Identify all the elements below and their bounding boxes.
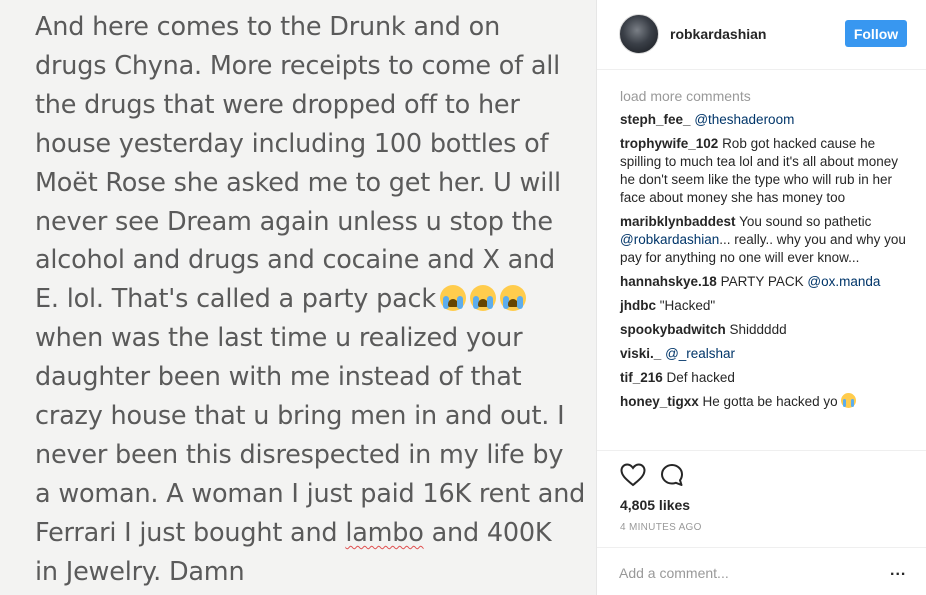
image-text-line: never see Dream again unless u stop the: [35, 206, 553, 237]
load-more-comments-link[interactable]: load more comments: [620, 87, 910, 105]
post-timestamp[interactable]: 4 MINUTES AGO: [620, 522, 702, 533]
comment-username[interactable]: maribklynbaddest: [620, 214, 736, 229]
comment-mention[interactable]: @robkardashian: [620, 232, 719, 247]
comment-mention[interactable]: @theshaderoom: [694, 112, 794, 127]
image-text-line: never been this disrespected in my life …: [35, 439, 564, 470]
comment-mention[interactable]: @ox.manda: [807, 274, 880, 289]
comment-username[interactable]: viski._: [620, 346, 661, 361]
follow-button[interactable]: Follow: [845, 20, 907, 47]
action-bar: [620, 463, 684, 489]
comment-item: trophywife_102 Rob got hacked cause he s…: [620, 135, 910, 207]
comment-mention[interactable]: @_realshar: [665, 346, 735, 361]
image-text-line: a woman. A woman I just paid 16K rent an…: [35, 478, 586, 509]
post-author-username[interactable]: robkardashian: [670, 26, 766, 42]
image-text-line: alcohol and drugs and cocaine and X and: [35, 245, 555, 276]
image-text-fragment: Ferrari I just bought and: [35, 517, 338, 548]
post-header: robkardashian Follow: [597, 0, 926, 70]
comment-username[interactable]: hannahskye.18: [620, 274, 717, 289]
image-text-line: daughter been with me instead of that: [35, 362, 522, 393]
post-image-text: And here comes to the Drunk and on drugs…: [35, 8, 590, 592]
crying-face-emoji-icon: [469, 285, 496, 312]
post-footer: 4,805 likes 4 MINUTES AGO ...: [597, 450, 926, 595]
image-text-line: crazy house that u bring men in and out.…: [35, 401, 565, 432]
comment-username[interactable]: honey_tigxx: [620, 394, 699, 409]
comment-username[interactable]: steph_fee_: [620, 112, 691, 127]
comment-item: jhdbc "Hacked": [620, 297, 910, 315]
avatar[interactable]: [619, 14, 659, 54]
image-text-line: when was the last time u realized your: [35, 323, 523, 354]
post-image: And here comes to the Drunk and on drugs…: [0, 0, 597, 595]
comment-text: He gotta be hacked yo: [702, 394, 838, 409]
comment-username[interactable]: spookybadwitch: [620, 322, 726, 337]
comment-text: "Hacked": [659, 298, 716, 313]
add-comment-section: ...: [597, 547, 926, 595]
comment-item: hannahskye.18 PARTY PACK @ox.manda: [620, 273, 910, 291]
heart-icon[interactable]: [620, 463, 646, 489]
comment-item: tif_216 Def hacked: [620, 369, 910, 387]
comment-username[interactable]: tif_216: [620, 370, 663, 385]
image-text-line: drugs Chyna. More receipts to come of al…: [35, 50, 561, 81]
image-text-line: E. lol. That's called a party pack: [35, 284, 436, 315]
comment-item: spookybadwitch Shiddddd: [620, 321, 910, 339]
image-text-fragment: and 400K: [431, 517, 552, 548]
comment-text: You sound so pathetic: [739, 214, 872, 229]
comment-item: viski._ @_realshar: [620, 345, 910, 363]
comment-text: Def hacked: [666, 370, 735, 385]
post-sidebar: robkardashian Follow load more comments …: [597, 0, 926, 595]
comment-item: honey_tigxx He gotta be hacked yo: [620, 393, 910, 411]
comment-bubble-icon[interactable]: [660, 463, 684, 489]
comment-text: Shiddddd: [729, 322, 787, 337]
image-text-line: Ferrari I just bought and lambo and 400K: [35, 517, 552, 548]
comment-text: PARTY PACK: [720, 274, 804, 289]
comment-username[interactable]: jhdbc: [620, 298, 656, 313]
crying-face-emoji-icon: [499, 285, 526, 312]
image-text-line: house yesterday including 100 bottles of: [35, 128, 549, 159]
comment-username[interactable]: trophywife_102: [620, 136, 718, 151]
image-text-line: And here comes to the Drunk and on: [35, 12, 501, 42]
comments-list: load more comments steph_fee_ @theshader…: [620, 87, 910, 417]
image-text-line: the drugs that were dropped off to her: [35, 89, 520, 120]
add-comment-input[interactable]: [619, 562, 869, 584]
crying-face-emoji-icon: [841, 393, 857, 408]
comment-item: maribklynbaddest You sound so pathetic @…: [620, 213, 910, 267]
misspelled-word: lambo: [345, 517, 424, 548]
image-text-line: Moët Rose she asked me to get her. U wil…: [35, 167, 561, 198]
more-options-icon[interactable]: ...: [890, 562, 906, 580]
crying-face-emoji-icon: [439, 285, 466, 312]
likes-count[interactable]: 4,805 likes: [620, 497, 690, 513]
image-text-line: in Jewelry. Damn: [35, 556, 245, 587]
comment-item: steph_fee_ @theshaderoom: [620, 111, 910, 129]
